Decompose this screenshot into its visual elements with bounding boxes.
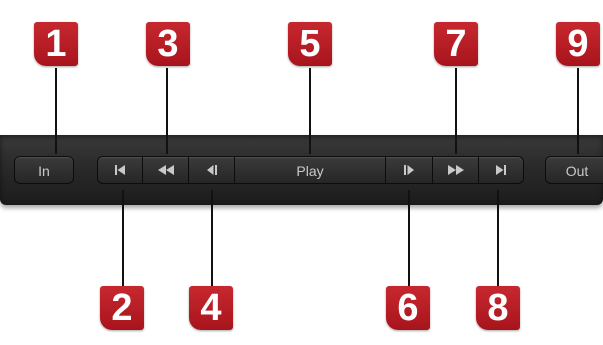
go-to-start-button[interactable] bbox=[97, 156, 143, 184]
callout-badge-5: 5 bbox=[288, 22, 332, 66]
callout-badge-4: 4 bbox=[189, 286, 233, 330]
out-button[interactable]: Out bbox=[545, 156, 603, 184]
callout-badge-9: 9 bbox=[556, 22, 600, 66]
callout-9-leader bbox=[577, 68, 579, 154]
callout-1-leader bbox=[55, 68, 57, 154]
callout-badge-6: 6 bbox=[386, 286, 430, 330]
callout-badge-7: 7 bbox=[434, 22, 478, 66]
play-button-label: Play bbox=[296, 163, 324, 179]
callout-badge-3: 3 bbox=[146, 22, 190, 66]
callout-7-leader bbox=[455, 68, 457, 154]
in-button[interactable]: In bbox=[14, 156, 74, 184]
in-button-label: In bbox=[38, 163, 50, 179]
callout-6-leader bbox=[408, 190, 410, 286]
callout-badge-2: 2 bbox=[100, 286, 144, 330]
callout-3-leader bbox=[166, 68, 168, 154]
callout-badge-8: 8 bbox=[476, 286, 520, 330]
step-back-button[interactable] bbox=[188, 156, 235, 184]
callout-4-leader bbox=[211, 190, 213, 286]
callout-5-leader bbox=[309, 68, 311, 154]
callout-badge-1: 1 bbox=[34, 22, 78, 66]
transport-toolbar: In Play Out bbox=[0, 135, 603, 205]
callout-8-leader bbox=[497, 190, 499, 286]
out-button-label: Out bbox=[565, 163, 589, 179]
rewind-button[interactable] bbox=[142, 156, 189, 184]
step-forward-button[interactable] bbox=[385, 156, 433, 184]
go-to-end-button[interactable] bbox=[478, 156, 524, 184]
play-button[interactable]: Play bbox=[234, 156, 386, 184]
callout-2-leader bbox=[122, 190, 124, 286]
fast-forward-button[interactable] bbox=[432, 156, 479, 184]
